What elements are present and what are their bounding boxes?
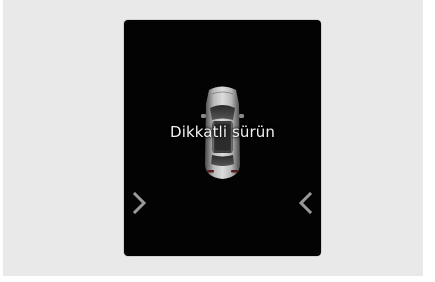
chevron-left-icon (296, 190, 314, 216)
cluster-display: Dikkatli sürün (124, 20, 321, 256)
driver-message: Dikkatli sürün (170, 123, 275, 141)
figure-frame: Dikkatli sürün (3, 0, 423, 276)
chevron-right-icon (131, 190, 149, 216)
